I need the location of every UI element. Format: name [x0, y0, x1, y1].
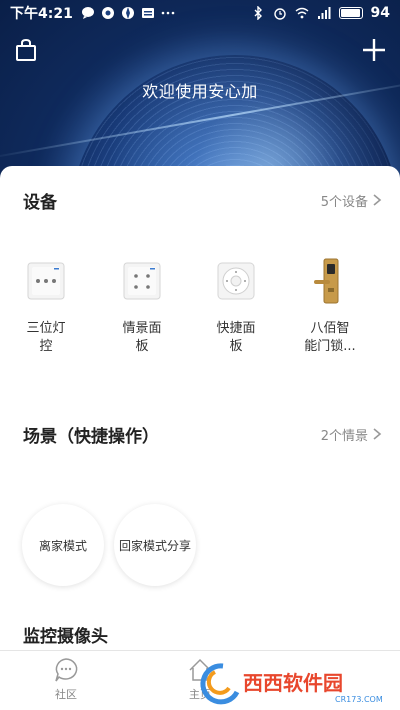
scenes-section-title: 场景（快捷操作） [23, 426, 159, 447]
device-item-scene-panel[interactable]: 情景面 板 [102, 258, 182, 356]
wifi-icon [295, 7, 308, 19]
camera-section-title: 监控摄像头 [23, 626, 108, 647]
devices-count: 5个设备 [320, 194, 368, 210]
device-list: 三位灯 控 情景面 板 快捷面 板 八佰智 能门锁... [0, 258, 400, 368]
scenes-count: 2个情景 [320, 428, 368, 444]
welcome-text: 欢迎使用安心加 [142, 82, 258, 101]
scene-away-mode[interactable]: 离家模式 [22, 504, 104, 586]
scene-list: 离家模式 回家模式分享 [0, 504, 400, 594]
device-item-smart-lock[interactable]: 八佰智 能门锁... [290, 258, 370, 356]
svg-text:西西软件园: 西西软件园 [243, 671, 343, 695]
light-switch-icon [23, 258, 69, 304]
status-right: 94 [251, 5, 390, 21]
content-card: 设备 5个设备 三位灯 控 情景面 板 快捷面 板 八佰智 能门锁... 场景（… [0, 166, 400, 650]
chevron-right-icon [373, 194, 382, 206]
device-name: 快捷面 板 [216, 321, 256, 354]
alarm-icon [273, 8, 286, 20]
watermark-logo: 西西软件园 CR173.COM [200, 663, 383, 705]
bluetooth-icon [254, 6, 262, 20]
signal-icon [317, 7, 331, 19]
device-name: 情景面 板 [122, 321, 162, 354]
shutter-app-icon [121, 7, 134, 19]
devices-count-link[interactable]: 5个设备 [321, 191, 382, 210]
scene-panel-icon [119, 258, 165, 304]
chevron-right-icon [373, 428, 382, 440]
door-lock-icon [307, 258, 353, 304]
add-icon[interactable] [362, 38, 386, 62]
devices-section-header: 设备 5个设备 [23, 188, 382, 213]
circle-app-icon [101, 7, 114, 19]
quick-panel-icon [213, 258, 259, 304]
device-item-quick-panel[interactable]: 快捷面 板 [196, 258, 276, 356]
device-name: 三位灯 控 [26, 321, 66, 354]
scene-home-mode-share[interactable]: 回家模式分享 [114, 504, 196, 586]
message-icon [81, 7, 94, 19]
camera-section-header: 监控摄像头 [23, 622, 382, 647]
device-item-three-light[interactable]: 三位灯 控 [6, 258, 86, 356]
status-notification-icons [81, 6, 175, 20]
scenes-count-link[interactable]: 2个情景 [321, 425, 382, 444]
more-dots-icon [161, 11, 175, 15]
svg-text:CR173.COM: CR173.COM [335, 695, 383, 704]
status-time: 下午4:21 [10, 6, 73, 22]
status-bar: 下午4:21 94 [0, 0, 400, 26]
tab-community[interactable]: 社区 [26, 657, 106, 702]
devices-section-title: 设备 [23, 192, 57, 213]
news-app-icon [141, 8, 154, 18]
device-name: 八佰智 能门锁... [304, 321, 356, 354]
battery-icon [338, 7, 363, 19]
scenes-section-header: 场景（快捷操作） 2个情景 [23, 422, 382, 447]
battery-level: 94 [370, 5, 390, 21]
shopping-bag-icon[interactable] [14, 38, 38, 62]
tab-community-label: 社区 [55, 688, 77, 701]
chat-bubble-icon [55, 658, 78, 682]
